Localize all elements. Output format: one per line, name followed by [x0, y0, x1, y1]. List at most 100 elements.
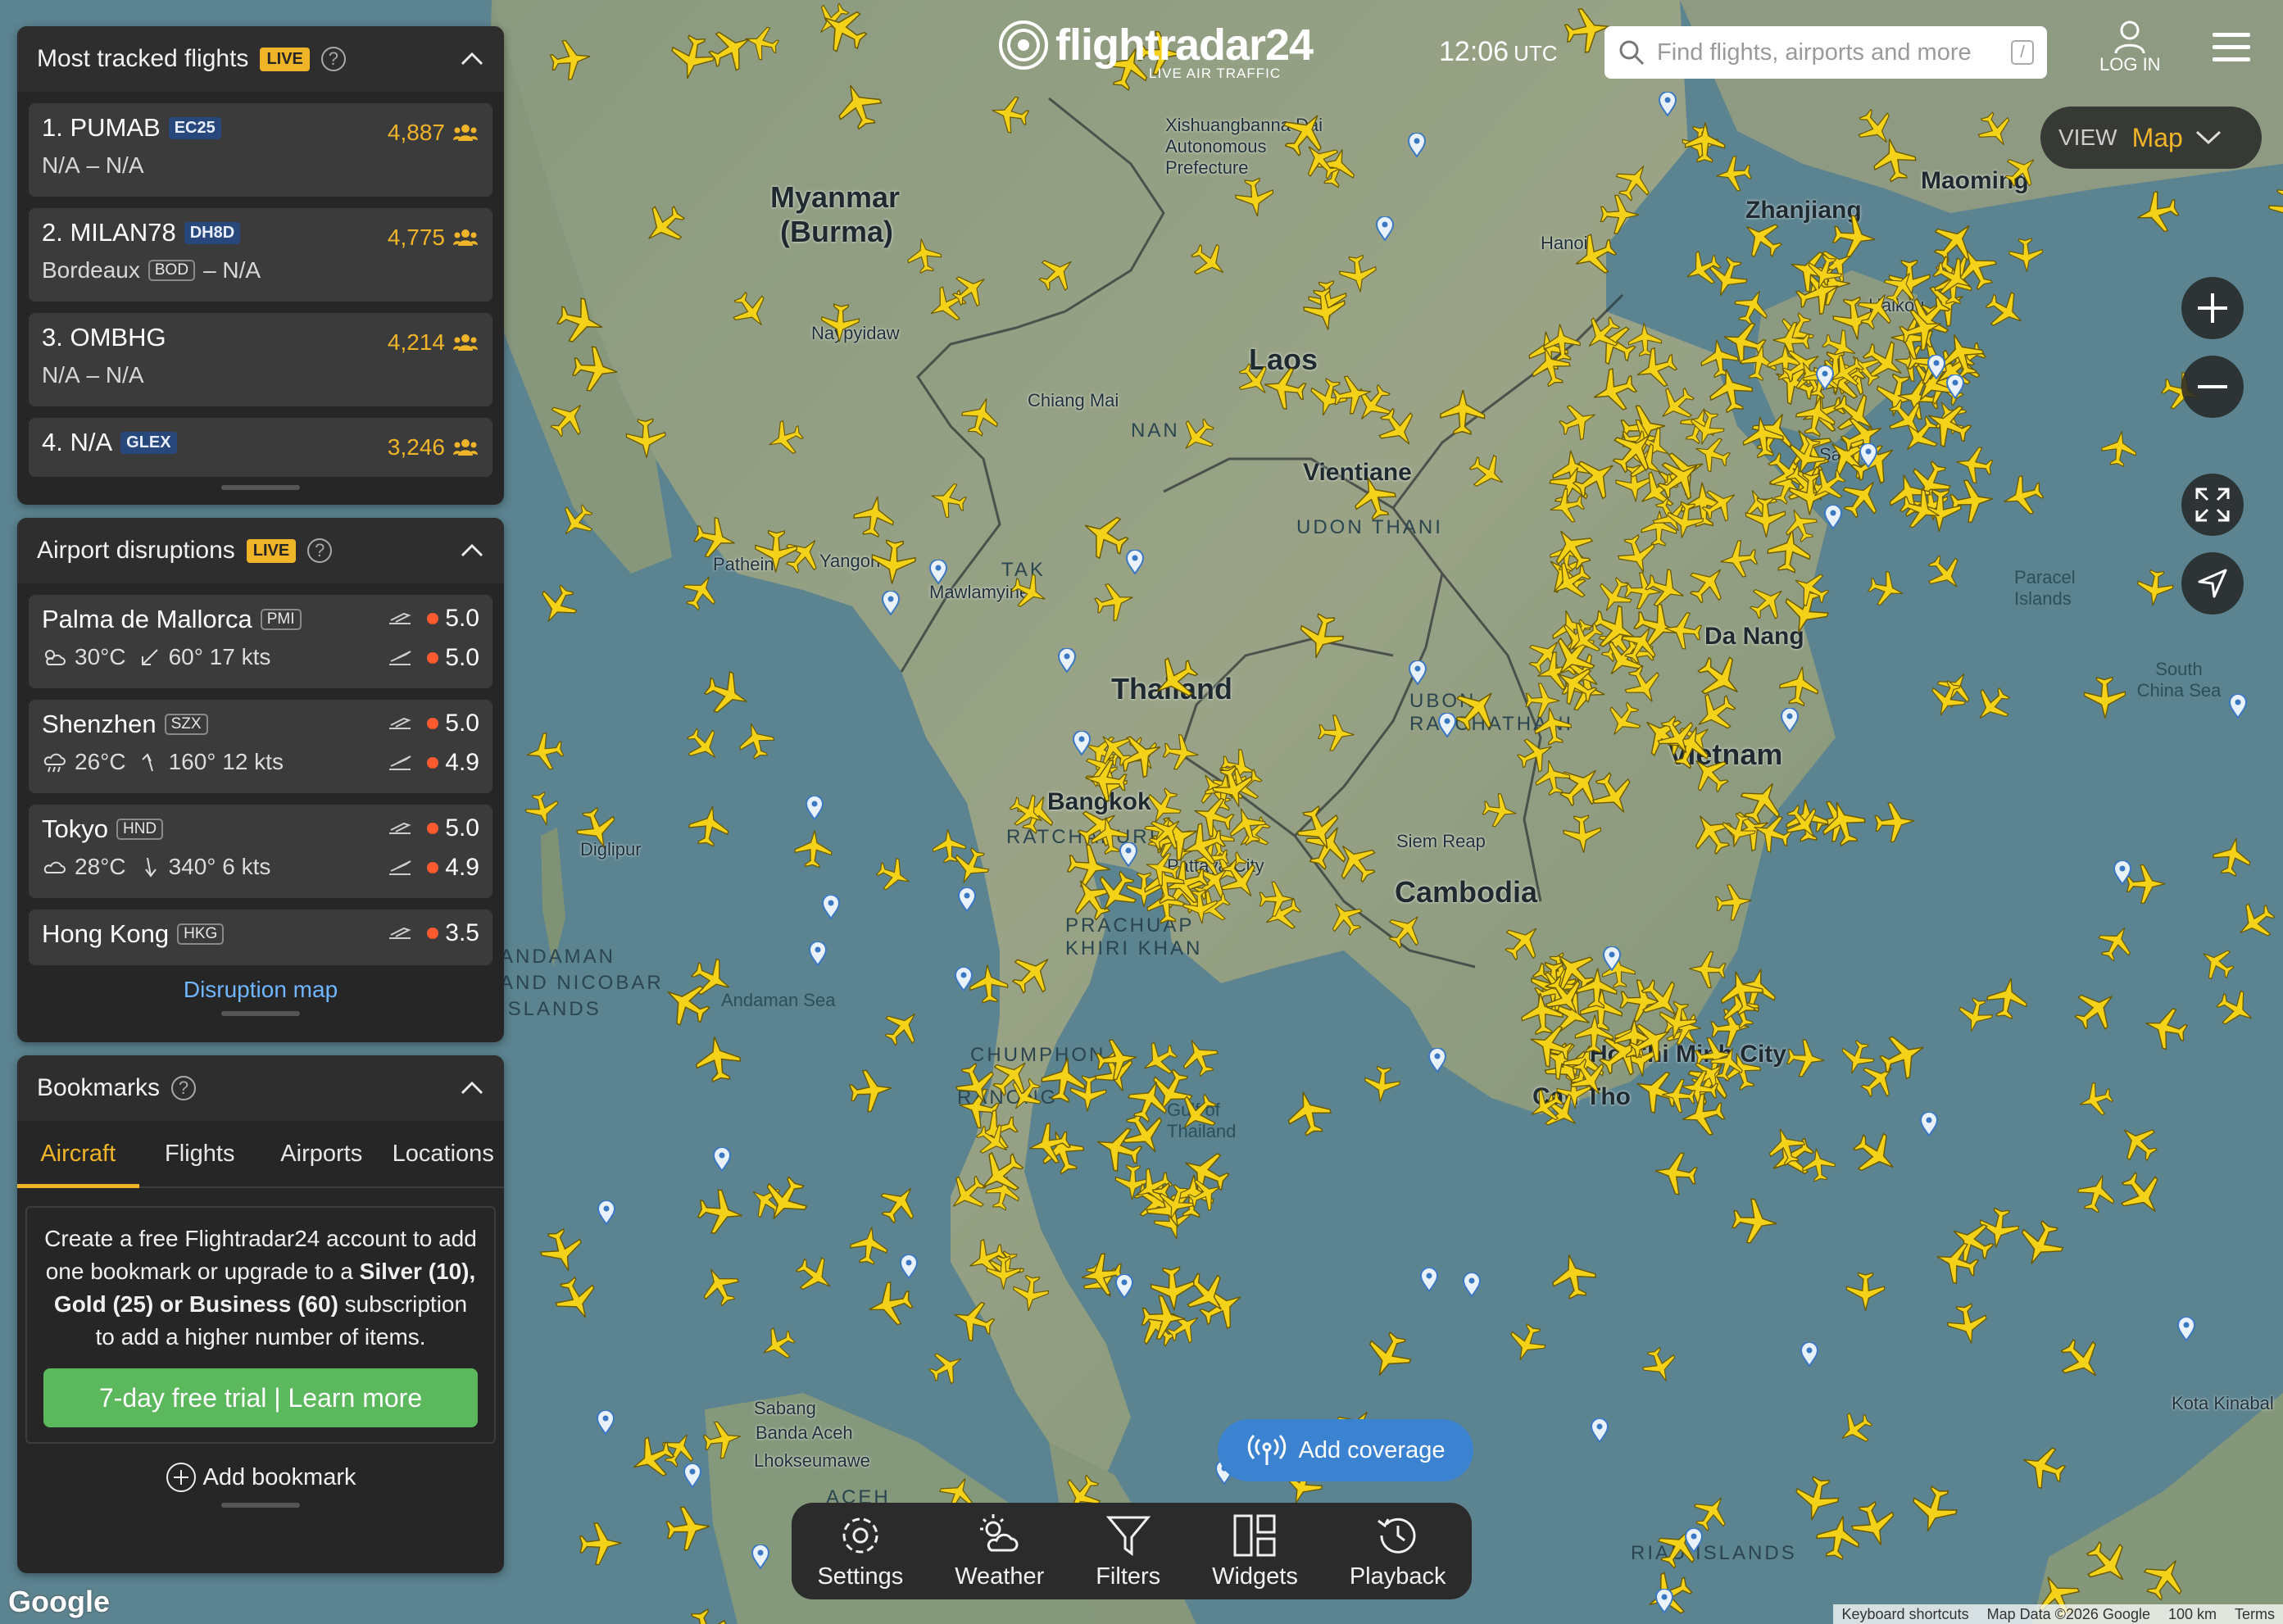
- airport-pin-icon[interactable]: [1823, 503, 1842, 530]
- airport-pin-icon[interactable]: [1462, 1272, 1481, 1299]
- aircraft-marker-icon[interactable]: [1653, 996, 1701, 1045]
- disruption-map-link[interactable]: Disruption map: [17, 965, 504, 1011]
- aircraft-marker-icon[interactable]: [1361, 1064, 1404, 1106]
- aircraft-marker-icon[interactable]: [845, 1065, 896, 1116]
- tab-locations[interactable]: Locations: [383, 1121, 505, 1186]
- aircraft-marker-icon[interactable]: [1872, 799, 1918, 845]
- free-trial-button[interactable]: 7-day free trial | Learn more: [43, 1368, 478, 1427]
- aircraft-marker-icon[interactable]: [1776, 661, 1824, 710]
- logo[interactable]: flightradar24: [998, 20, 1314, 70]
- airport-pin-icon[interactable]: [1437, 711, 1456, 738]
- aircraft-marker-icon[interactable]: [1982, 972, 2033, 1023]
- aircraft-marker-icon[interactable]: [1022, 1117, 1075, 1170]
- airport-pin-icon[interactable]: [1408, 131, 1427, 158]
- help-icon[interactable]: ?: [320, 47, 346, 71]
- aircraft-marker-icon[interactable]: [521, 728, 568, 775]
- aircraft-marker-icon[interactable]: [1036, 1052, 1092, 1108]
- airport-pin-icon[interactable]: [955, 965, 974, 992]
- airport-pin-icon[interactable]: [900, 1253, 919, 1280]
- aircraft-marker-icon[interactable]: [987, 90, 1033, 137]
- airport-pin-icon[interactable]: [1946, 373, 1965, 400]
- airport-pin-icon[interactable]: [1859, 442, 1878, 470]
- airport-pin-icon[interactable]: [2228, 693, 2247, 719]
- tab-flights[interactable]: Flights: [139, 1121, 261, 1186]
- aircraft-marker-icon[interactable]: [2133, 566, 2176, 610]
- widgets-button[interactable]: Widgets: [1212, 1513, 1298, 1590]
- airport-pin-icon[interactable]: [1119, 841, 1138, 868]
- aircraft-marker-icon[interactable]: [819, 302, 862, 345]
- airport-disruption-card[interactable]: Hong Kong HKG 3.5: [29, 910, 492, 965]
- aircraft-marker-icon[interactable]: [1573, 1012, 1616, 1055]
- view-selector[interactable]: VIEW Map: [2040, 107, 2262, 169]
- aircraft-marker-icon[interactable]: [1728, 1195, 1781, 1248]
- airport-pin-icon[interactable]: [712, 1146, 731, 1173]
- most-tracked-header[interactable]: Most tracked flights LIVE ?: [17, 26, 504, 92]
- airport-pin-icon[interactable]: [1658, 90, 1677, 117]
- aircraft-marker-icon[interactable]: [1090, 577, 1139, 626]
- aircraft-marker-icon[interactable]: [1686, 949, 1728, 991]
- terms-link[interactable]: Terms: [2235, 1606, 2275, 1623]
- aircraft-marker-icon[interactable]: [2082, 674, 2128, 720]
- aircraft-marker-icon[interactable]: [1518, 989, 1567, 1038]
- aircraft-marker-icon[interactable]: [1845, 1271, 1886, 1313]
- zoom-out-button[interactable]: [2181, 356, 2244, 418]
- bookmarks-header[interactable]: Bookmarks ?: [17, 1055, 504, 1121]
- aircraft-marker-icon[interactable]: [1743, 495, 1788, 540]
- help-icon[interactable]: ?: [171, 1076, 197, 1100]
- aircraft-marker-icon[interactable]: [1942, 1299, 1993, 1350]
- aircraft-marker-icon[interactable]: [2208, 832, 2257, 881]
- chevron-up-icon[interactable]: [460, 1076, 484, 1100]
- tracked-flight-card[interactable]: 3. OMBHG N/A – N/A 4,214: [29, 313, 492, 406]
- airport-pin-icon[interactable]: [805, 795, 824, 821]
- aircraft-marker-icon[interactable]: [577, 1520, 624, 1567]
- aircraft-marker-icon[interactable]: [1660, 608, 1704, 652]
- airport-pin-icon[interactable]: [1125, 548, 1144, 575]
- airport-pin-icon[interactable]: [751, 1543, 770, 1570]
- settings-button[interactable]: Settings: [817, 1513, 903, 1590]
- fullscreen-button[interactable]: [2181, 474, 2244, 536]
- keyboard-shortcuts-link[interactable]: Keyboard shortcuts: [1841, 1606, 1968, 1623]
- aircraft-marker-icon[interactable]: [1328, 370, 1376, 418]
- aircraft-marker-icon[interactable]: [929, 826, 969, 865]
- panel-scroll-handle[interactable]: [221, 485, 300, 490]
- aircraft-marker-icon[interactable]: [1682, 120, 1727, 165]
- airport-pin-icon[interactable]: [597, 1200, 615, 1226]
- aircraft-marker-icon[interactable]: [1081, 755, 1130, 805]
- airport-pin-icon[interactable]: [596, 1409, 615, 1436]
- airport-pin-icon[interactable]: [1800, 1340, 1818, 1368]
- airport-pin-icon[interactable]: [1919, 1111, 1938, 1138]
- airport-pin-icon[interactable]: [1409, 659, 1427, 686]
- aircraft-marker-icon[interactable]: [2006, 235, 2045, 274]
- aircraft-marker-icon[interactable]: [1561, 812, 1605, 856]
- airport-pin-icon[interactable]: [821, 893, 840, 920]
- airport-pin-icon[interactable]: [1927, 354, 1945, 381]
- aircraft-marker-icon[interactable]: [1138, 1293, 1188, 1343]
- aircraft-marker-icon[interactable]: [1798, 1144, 1839, 1185]
- aircraft-marker-icon[interactable]: [1315, 712, 1358, 755]
- aircraft-marker-icon[interactable]: [868, 537, 919, 587]
- aircraft-marker-icon[interactable]: [967, 961, 1011, 1005]
- weather-button[interactable]: Weather: [955, 1513, 1044, 1590]
- airport-pin-icon[interactable]: [957, 886, 976, 913]
- airport-pin-icon[interactable]: [1815, 364, 1834, 391]
- aircraft-marker-icon[interactable]: [1529, 702, 1576, 749]
- aircraft-marker-icon[interactable]: [2098, 427, 2140, 470]
- aircraft-marker-icon[interactable]: [1231, 175, 1278, 221]
- airport-pin-icon[interactable]: [1420, 1266, 1439, 1293]
- panel-scroll-handle[interactable]: [221, 1503, 300, 1508]
- aircraft-marker-icon[interactable]: [1712, 881, 1755, 924]
- aircraft-marker-icon[interactable]: [1788, 1471, 1845, 1527]
- tracked-flight-card[interactable]: 2. MILAN78 DH8D Bordeaux BOD – N/A 4,775: [29, 208, 492, 302]
- disruptions-header[interactable]: Airport disruptions LIVE ?: [17, 518, 504, 583]
- aircraft-marker-icon[interactable]: [1545, 1248, 1601, 1304]
- aircraft-marker-icon[interactable]: [693, 1185, 748, 1240]
- aircraft-marker-icon[interactable]: [684, 800, 734, 850]
- airport-pin-icon[interactable]: [683, 1463, 701, 1489]
- airport-pin-icon[interactable]: [809, 941, 828, 967]
- hamburger-menu-icon[interactable]: [2213, 33, 2250, 62]
- aircraft-marker-icon[interactable]: [689, 1031, 745, 1086]
- aircraft-marker-icon[interactable]: [662, 1502, 714, 1554]
- aircraft-marker-icon[interactable]: [1599, 193, 1641, 236]
- aircraft-marker-icon[interactable]: [849, 490, 900, 541]
- aircraft-marker-icon[interactable]: [846, 1223, 892, 1268]
